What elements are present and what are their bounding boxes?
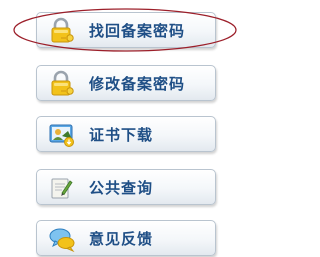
- query-document-icon: [47, 173, 77, 203]
- certificate-download-icon: [47, 120, 77, 150]
- change-password-label: 修改备案密码: [89, 75, 186, 93]
- feedback-button[interactable]: 意见反馈: [36, 220, 216, 256]
- lock-key-icon: [47, 16, 77, 46]
- certificate-download-button[interactable]: 证书下载: [36, 116, 216, 152]
- chat-bubbles-icon: [47, 224, 77, 254]
- public-query-label: 公共查询: [89, 179, 154, 197]
- change-password-button[interactable]: 修改备案密码: [36, 65, 216, 101]
- find-password-label: 找回备案密码: [89, 22, 186, 40]
- lock-key-icon: [47, 69, 77, 99]
- certificate-download-label: 证书下载: [89, 126, 154, 144]
- public-query-button[interactable]: 公共查询: [36, 169, 216, 205]
- sidebar-menu-panel: 找回备案密码 修改备案密码 证书下载 公共查询 意见反馈: [0, 0, 256, 256]
- feedback-label: 意见反馈: [89, 230, 154, 248]
- find-password-button[interactable]: 找回备案密码: [36, 12, 216, 48]
